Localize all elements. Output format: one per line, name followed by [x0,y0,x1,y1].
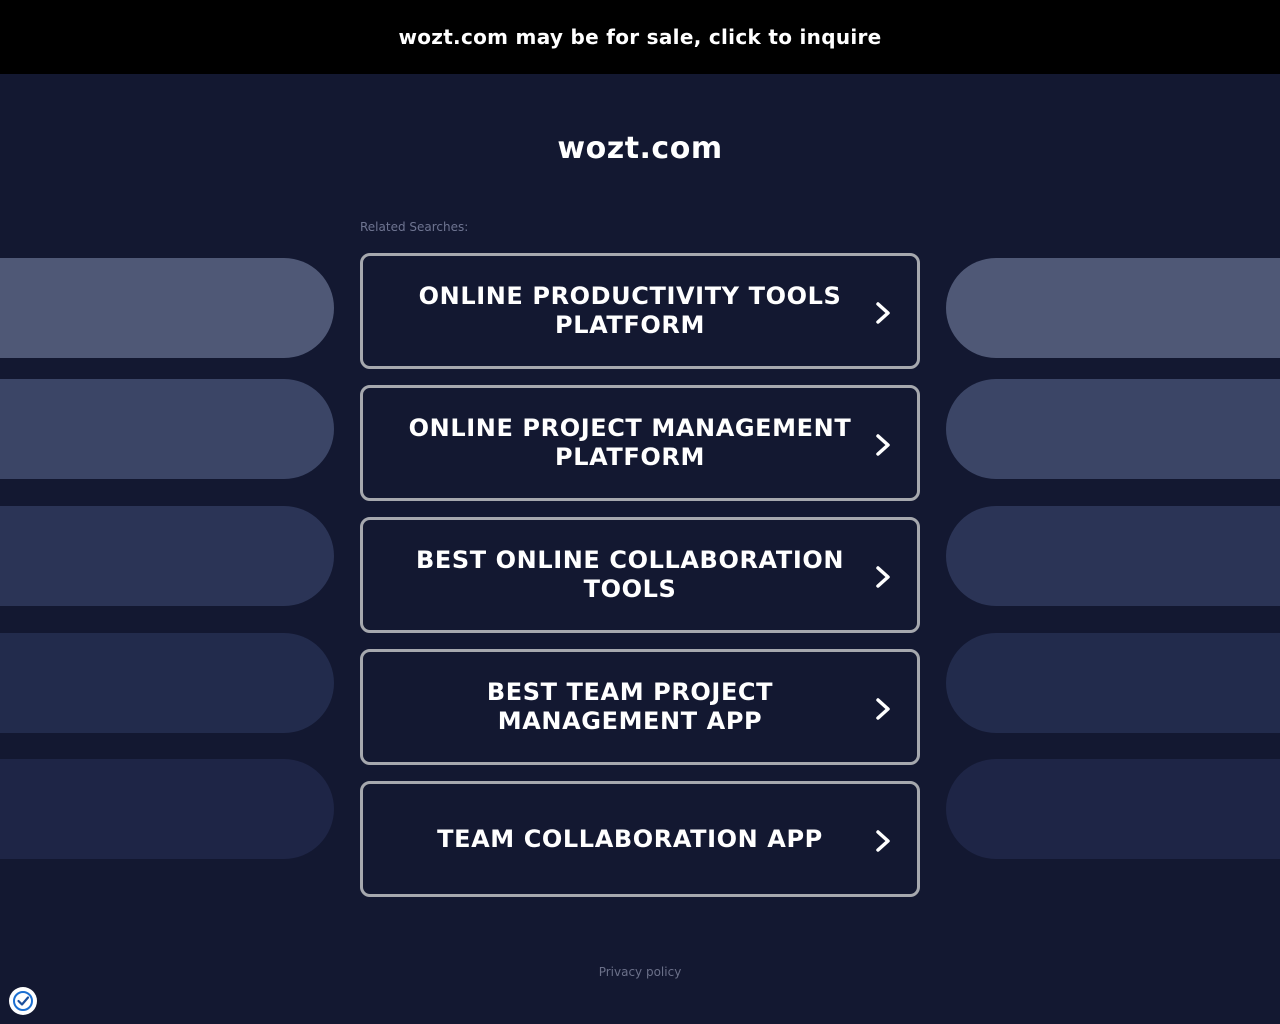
link-label-line: TOOLS [583,575,677,603]
shield-check-icon [13,991,33,1011]
privacy-policy-link[interactable]: Privacy policy [0,965,1280,979]
decor-pill-left-5 [0,759,334,859]
decor-pill-right-2 [946,379,1280,479]
related-search-link[interactable]: ONLINE PROJECT MANAGEMENT PLATFORM [360,385,920,501]
related-search-link[interactable]: BEST TEAM PROJECT MANAGEMENT APP [360,649,920,765]
decor-pill-left-1 [0,258,334,358]
chevron-right-icon [876,566,890,588]
decor-pill-left-4 [0,633,334,733]
chevron-right-icon [876,698,890,720]
chevron-right-icon [876,830,890,852]
decor-pill-left-3 [0,506,334,606]
related-search-link-label: ONLINE PROJECT MANAGEMENT PLATFORM [403,414,857,472]
related-search-link[interactable]: TEAM COLLABORATION APP [360,781,920,897]
decor-pill-right-5 [946,759,1280,859]
related-search-link-label: BEST ONLINE COLLABORATION TOOLS [403,546,857,604]
link-label-line: PLATFORM [555,311,705,339]
related-search-link-label: ONLINE PRODUCTIVITY TOOLS PLATFORM [403,282,857,340]
decor-pill-right-4 [946,633,1280,733]
link-label-line: TEAM COLLABORATION APP [437,824,823,853]
related-search-link[interactable]: ONLINE PRODUCTIVITY TOOLS PLATFORM [360,253,920,369]
related-search-link-label: TEAM COLLABORATION APP [403,825,857,854]
link-label-line: ONLINE PRODUCTIVITY TOOLS [418,282,842,310]
decor-pill-right-1 [946,258,1280,358]
decor-pill-right-3 [946,506,1280,606]
chevron-right-icon [876,434,890,456]
domain-title: wozt.com [557,131,723,166]
chevron-right-icon [876,302,890,324]
related-search-link[interactable]: BEST ONLINE COLLABORATION TOOLS [360,517,920,633]
link-label-line: ONLINE PROJECT MANAGEMENT [408,414,852,442]
sale-banner-text[interactable]: wozt.com may be for sale, click to inqui… [398,25,881,49]
sale-banner[interactable]: wozt.com may be for sale, click to inqui… [0,0,1280,74]
decor-pill-left-2 [0,379,334,479]
privacy-badge-icon[interactable] [9,987,37,1015]
link-label-line: BEST TEAM PROJECT [486,678,774,706]
related-search-link-label: BEST TEAM PROJECT MANAGEMENT APP [403,678,857,736]
link-label-line: PLATFORM [555,443,705,471]
link-label-line: MANAGEMENT APP [497,707,763,735]
link-label-line: BEST ONLINE COLLABORATION [415,546,845,574]
related-searches-label: Related Searches: [360,220,469,234]
